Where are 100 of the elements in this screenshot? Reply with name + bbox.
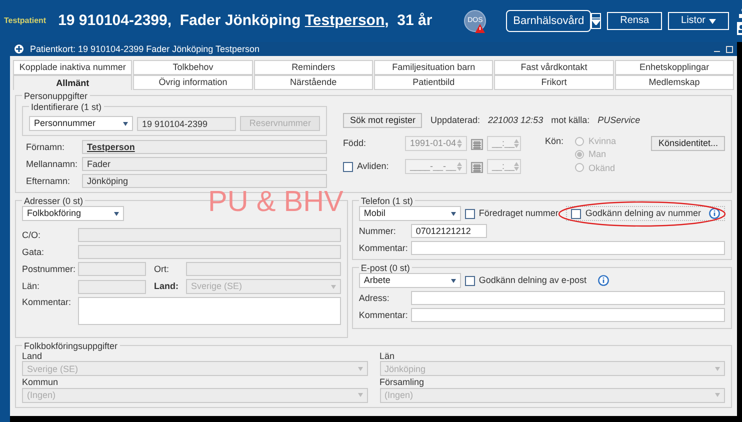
tab[interactable]: Kopplade inaktiva nummer	[13, 60, 132, 75]
input-field[interactable]	[78, 280, 146, 294]
field-label: Län	[380, 351, 396, 362]
calendar-icon[interactable]	[470, 160, 483, 172]
caret-icon	[358, 366, 362, 371]
input-field[interactable]: Fader	[82, 157, 327, 171]
tab[interactable]: Närstående	[254, 75, 373, 90]
radio-label: Okänd	[588, 162, 615, 174]
tab[interactable]: Familjesituation barn	[374, 60, 494, 75]
checkbox-label: Avliden:	[356, 161, 389, 172]
section-legend: Telefon (1 st)	[360, 196, 413, 206]
field-label: C/O:	[22, 230, 42, 240]
tab[interactable]: Enhetskopplingar	[614, 60, 734, 75]
tab[interactable]: Allmänt	[13, 75, 132, 90]
spinner-icon	[456, 162, 462, 171]
field-label: Församling	[380, 377, 426, 388]
section-legend: Folkbokföringsuppgifter	[24, 341, 118, 351]
window-title: Patientkort: 19 910104-2399 Fader Jönköping Testperson	[30, 44, 260, 54]
section-legend: Personuppgifter	[24, 91, 88, 101]
patient-title: 19 910104-2399, Fader Jönköping Testperson, 31 år	[58, 12, 432, 30]
spinner-icon	[514, 139, 520, 148]
input-field[interactable]	[186, 262, 341, 276]
tab[interactable]: Reminders	[254, 60, 373, 75]
spinner-icon	[514, 162, 520, 171]
checkbox[interactable]	[571, 208, 582, 218]
input-field[interactable]: Jönköping	[82, 174, 327, 188]
maximize-icon[interactable]	[726, 46, 733, 52]
input-field[interactable]: 07012121212	[410, 224, 487, 238]
info-icon[interactable]	[598, 275, 610, 286]
input-field[interactable]: 19 910104-2399	[137, 116, 236, 130]
radio-label: Man	[588, 149, 606, 160]
field-label: Kommentar:	[358, 242, 407, 254]
radio-button[interactable]	[575, 150, 584, 160]
input-field[interactable]	[410, 308, 725, 322]
checkbox-label: Föredraget nummer	[478, 208, 558, 219]
field-label: mot källa:	[551, 115, 590, 126]
checkbox-label: Godkänn delning av nummer	[585, 208, 701, 219]
field-label: Land:	[154, 281, 180, 292]
field-label: Adress:	[358, 292, 390, 304]
field-label: Kön:	[544, 136, 564, 148]
field-label: Mellannamn:	[26, 158, 78, 170]
caret-icon	[450, 212, 456, 216]
menu-button[interactable]: Listor	[668, 12, 730, 30]
calendar-icon[interactable]	[470, 138, 483, 150]
tab[interactable]: Fast vårdkontakt	[494, 60, 614, 75]
field-label: Förnamn:	[26, 142, 66, 152]
field-label: Efternamn:	[26, 176, 72, 186]
caret-icon	[450, 278, 456, 282]
checkbox[interactable]	[464, 208, 475, 218]
caret-icon	[114, 212, 119, 216]
field-label: Nummer:	[358, 226, 397, 236]
input-field[interactable]	[78, 228, 341, 242]
checkbox-label: Godkänn delning av e-post	[478, 275, 586, 286]
field-label: Ort:	[154, 264, 170, 274]
caret-icon	[123, 122, 128, 126]
updated-value: 221003 12:53	[488, 115, 544, 126]
input-field[interactable]: Testperson	[82, 140, 327, 154]
tab[interactable]: Frikort	[494, 75, 614, 90]
input-field[interactable]	[410, 291, 725, 305]
dropdown[interactable]: Arbete	[358, 273, 461, 288]
radio-button[interactable]	[575, 163, 584, 172]
caret-icon	[709, 18, 716, 24]
comment-field[interactable]	[78, 297, 341, 325]
caret-icon	[330, 284, 336, 288]
caret-icon	[715, 393, 720, 398]
dropdown[interactable]: Mobil	[358, 206, 461, 221]
unit-button[interactable]: Barnhälsovård	[506, 10, 592, 32]
filter-button[interactable]	[591, 13, 602, 29]
tab[interactable]: Patientbild	[374, 75, 494, 90]
tab[interactable]: Tolkbehov	[133, 60, 253, 75]
dropdown[interactable]: Personnummer	[29, 116, 133, 131]
field-label: Postnummer:	[22, 264, 74, 274]
filter-icon	[592, 17, 600, 25]
gender-identity-button[interactable]: Könsidentitet...	[651, 136, 725, 151]
clear-button[interactable]: Rensa	[607, 12, 662, 30]
warning-icon	[475, 24, 486, 33]
checkbox[interactable]	[464, 276, 475, 286]
field-label: Gata:	[22, 246, 46, 258]
radio-button[interactable]	[575, 136, 584, 146]
field-label: Kommentar:	[22, 297, 72, 309]
input-field[interactable]	[410, 241, 725, 255]
dropdown[interactable]: Folkbokföring	[22, 206, 124, 221]
annotation-text: PU & BHV	[208, 186, 344, 220]
input-field[interactable]	[78, 245, 341, 259]
section-legend: E-post (0 st)	[360, 263, 410, 273]
section-legend: Adresser (0 st)	[24, 196, 84, 206]
info-icon[interactable]	[709, 208, 720, 219]
checkbox[interactable]	[342, 162, 353, 172]
field-label: Kommentar:	[358, 310, 407, 320]
tab[interactable]: Övrig information	[133, 75, 253, 90]
field-label: Land	[22, 351, 44, 362]
spinner-icon	[456, 139, 462, 148]
input-field[interactable]	[78, 262, 146, 276]
caret-icon	[358, 393, 362, 398]
section-legend: Identifierare (1 st)	[31, 102, 102, 112]
field-label: Län:	[22, 281, 41, 292]
patient-type-label: Testpatient	[4, 16, 46, 26]
tab[interactable]: Medlemskap	[614, 75, 734, 90]
field-label: Uppdaterad:	[430, 115, 480, 126]
registry-search-button[interactable]: Sök mot register	[342, 113, 422, 128]
